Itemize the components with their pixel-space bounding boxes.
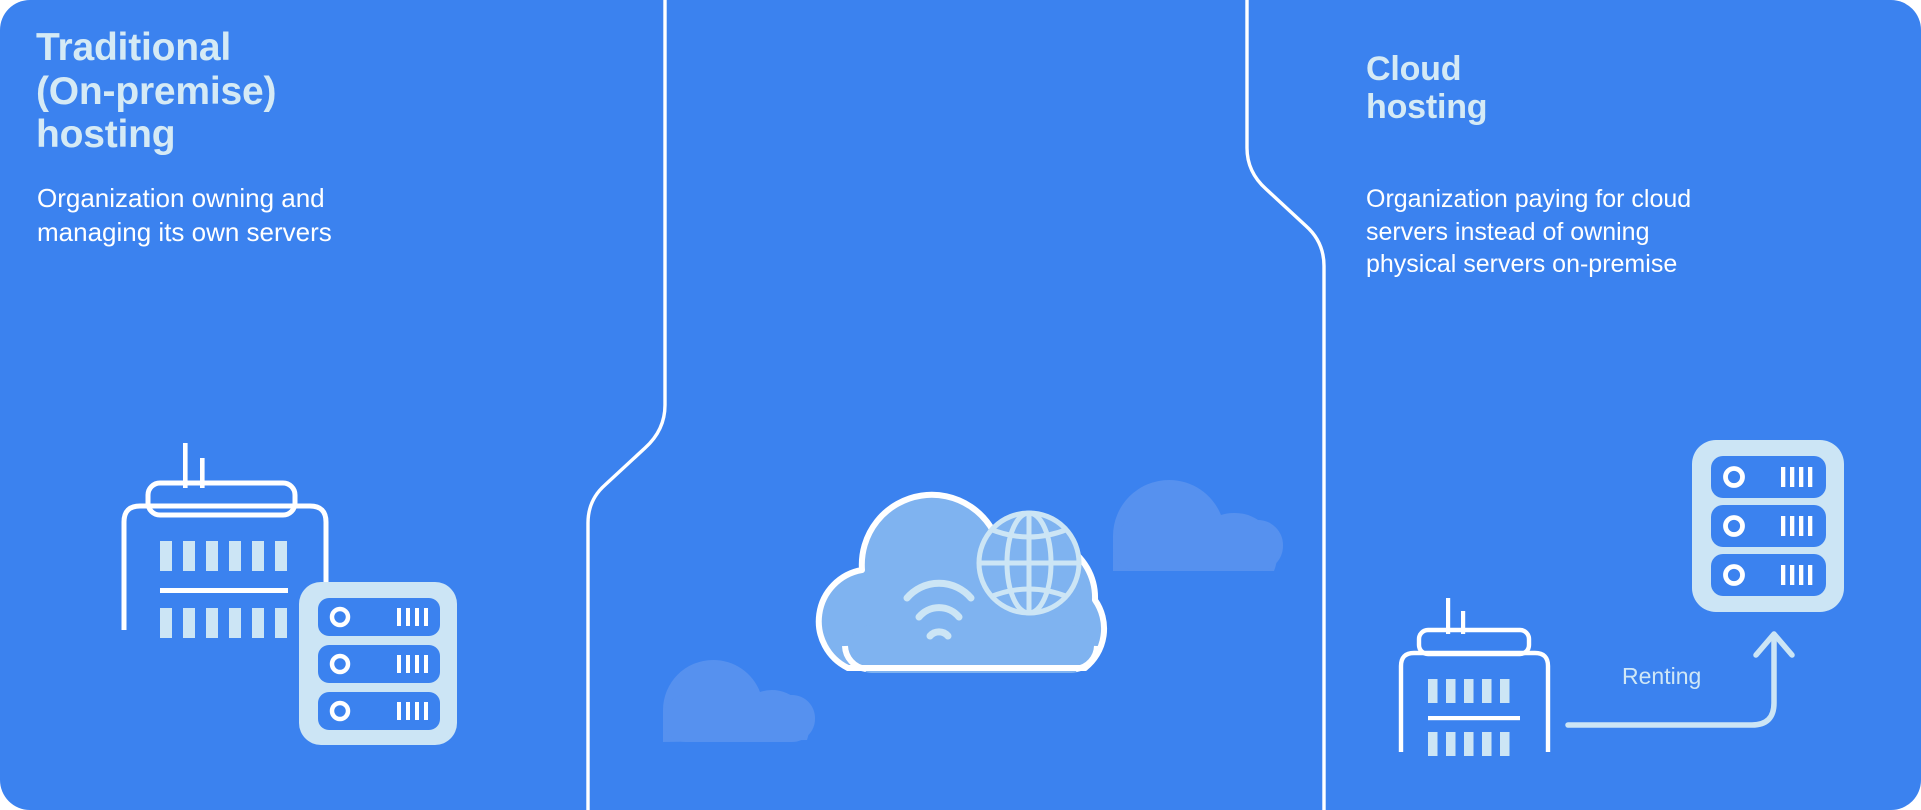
column-1-heading: Traditional (On-premise) hosting: [36, 26, 277, 157]
column-cloud-hosting: Cloud hosting Organization paying for cl…: [660, 0, 1691, 810]
infographic-panel: Traditional (On-premise) hosting Organiz…: [0, 0, 1921, 810]
infographic-stage: Traditional (On-premise) hosting Organiz…: [0, 0, 1921, 810]
column-1-description: Organization owning and managing its own…: [37, 183, 332, 247]
renting-annotation-label: Renting: [1622, 663, 1702, 689]
column-managed-colocation: Managed colocation Organization renting …: [1320, 0, 1921, 810]
column-traditional-hosting: Traditional (On-premise) hosting Organiz…: [0, 0, 660, 810]
